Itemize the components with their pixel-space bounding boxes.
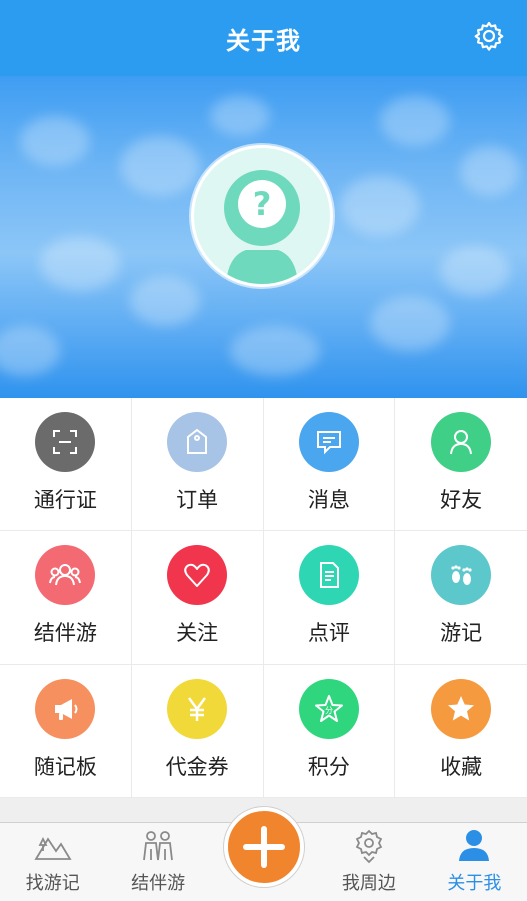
tab-publish[interactable] — [211, 807, 316, 901]
menu-item-vouchers[interactable]: 代金券 — [131, 664, 264, 798]
menu-label: 游记 — [440, 621, 483, 646]
menu-label: 订单 — [176, 488, 219, 512]
menu-label: 代金券 — [165, 754, 229, 779]
people-icon — [143, 831, 174, 861]
gear-icon[interactable] — [473, 20, 505, 52]
profile-banner: ? — [0, 76, 527, 398]
menu-item-follow[interactable]: 关注 — [131, 531, 264, 665]
location-gear-icon — [355, 829, 383, 864]
menu-item-friends[interactable]: 好友 — [395, 398, 527, 532]
tab-group-travel[interactable]: 结伴游 — [105, 823, 210, 901]
megaphone-icon — [35, 678, 96, 739]
plus-icon — [242, 826, 285, 868]
menu-label: 通行证 — [33, 488, 97, 512]
user-icon — [459, 830, 490, 861]
star-points-icon: 分 — [298, 678, 359, 739]
group-icon — [35, 545, 96, 606]
tab-label: 关于我 — [447, 873, 502, 894]
menu-item-messages[interactable]: 消息 — [263, 398, 396, 532]
id-scan-icon — [35, 412, 96, 472]
menu-label: 好友 — [440, 488, 483, 512]
svg-text:?: ? — [253, 185, 272, 223]
menu-item-memo-board[interactable]: 随记板 — [0, 664, 132, 798]
menu-label: 消息 — [307, 488, 350, 512]
menu-label: 关注 — [176, 621, 219, 646]
star-icon — [431, 678, 492, 739]
unknown-user-icon: ? — [194, 148, 330, 284]
bottom-tab-bar: 找游记 结伴游 我周边 关于我 — [0, 807, 527, 901]
menu-item-orders[interactable]: 订单 — [131, 398, 264, 532]
tab-find-travel-notes[interactable]: 找游记 — [0, 823, 105, 901]
menu-label: 随记板 — [33, 754, 97, 779]
feature-grid: 通行证 订单 消息 好友 结伴游 关注 点评 游记 随记板 代金券 分 积分 收… — [0, 398, 527, 798]
menu-item-group-travel[interactable]: 结伴游 — [0, 531, 132, 665]
add-button[interactable] — [223, 807, 304, 887]
tab-label: 找游记 — [25, 873, 80, 894]
menu-item-travel-notes[interactable]: 游记 — [395, 531, 527, 665]
heart-icon — [167, 545, 228, 606]
tab-about-me[interactable]: 关于我 — [422, 823, 527, 901]
tab-label: 结伴游 — [131, 873, 186, 894]
document-icon — [298, 545, 359, 606]
footprints-icon — [431, 545, 492, 606]
tab-label: 我周边 — [341, 873, 396, 894]
tag-icon — [167, 412, 228, 472]
page-title: 关于我 — [226, 26, 301, 55]
person-icon — [431, 412, 492, 472]
avatar[interactable]: ? — [191, 145, 333, 287]
mountain-icon — [34, 836, 72, 860]
menu-item-reviews[interactable]: 点评 — [263, 531, 396, 665]
menu-label: 结伴游 — [33, 621, 97, 646]
menu-label: 点评 — [307, 621, 350, 646]
menu-item-pass[interactable]: 通行证 — [0, 398, 132, 532]
menu-item-points[interactable]: 分 积分 — [263, 664, 396, 798]
app-header: 关于我 — [0, 0, 527, 76]
menu-label: 积分 — [307, 754, 350, 779]
menu-item-favorites[interactable]: 收藏 — [395, 665, 527, 798]
yen-icon — [167, 678, 228, 739]
tab-nearby[interactable]: 我周边 — [316, 823, 421, 901]
svg-text:分: 分 — [325, 706, 333, 715]
menu-label: 收藏 — [440, 754, 483, 779]
message-icon — [298, 412, 359, 472]
